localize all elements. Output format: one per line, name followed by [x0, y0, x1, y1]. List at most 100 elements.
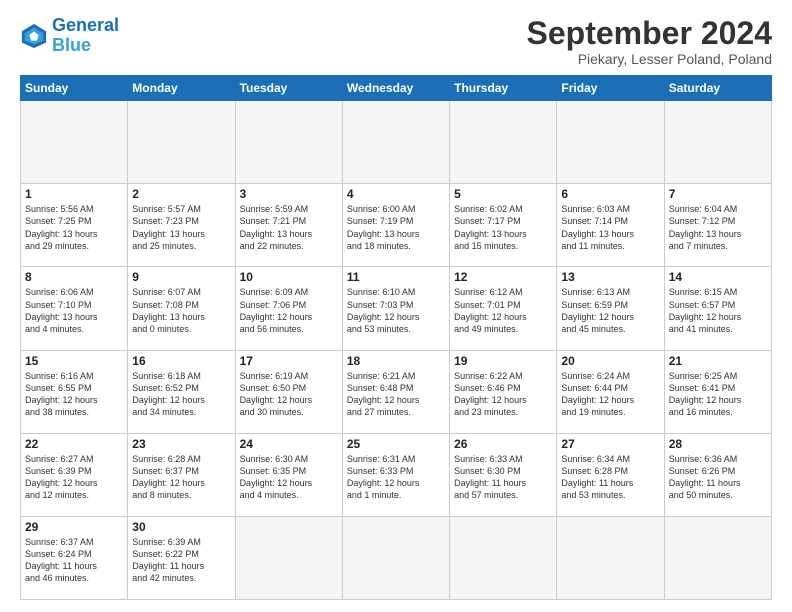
calendar-table: Sunday Monday Tuesday Wednesday Thursday… — [20, 75, 772, 600]
cell-content: Sunrise: 5:59 AM Sunset: 7:21 PM Dayligh… — [240, 203, 338, 252]
cell-content: Sunrise: 6:30 AM Sunset: 6:35 PM Dayligh… — [240, 453, 338, 502]
calendar-cell: 8 Sunrise: 6:06 AM Sunset: 7:10 PM Daylig… — [21, 267, 128, 350]
calendar-cell — [342, 516, 449, 599]
day-number: 19 — [454, 354, 552, 368]
cell-content: Sunrise: 6:02 AM Sunset: 7:17 PM Dayligh… — [454, 203, 552, 252]
cell-content: Sunrise: 6:06 AM Sunset: 7:10 PM Dayligh… — [25, 286, 123, 335]
calendar-cell — [450, 101, 557, 184]
month-title: September 2024 — [527, 16, 772, 51]
col-friday: Friday — [557, 76, 664, 101]
day-number: 6 — [561, 187, 659, 201]
calendar-cell — [557, 101, 664, 184]
day-number: 25 — [347, 437, 445, 451]
calendar-cell: 4Sunrise: 6:00 AM Sunset: 7:19 PM Daylig… — [342, 184, 449, 267]
calendar-cell: 24 Sunrise: 6:30 AM Sunset: 6:35 PM Dayli… — [235, 433, 342, 516]
header-row: Sunday Monday Tuesday Wednesday Thursday… — [21, 76, 772, 101]
day-number: 17 — [240, 354, 338, 368]
day-number: 15 — [25, 354, 123, 368]
calendar-cell: 20Sunrise: 6:24 AM Sunset: 6:44 PM Dayli… — [557, 350, 664, 433]
day-number: 8 — [25, 270, 123, 284]
day-number: 26 — [454, 437, 552, 451]
cell-content: Sunrise: 6:36 AM Sunset: 6:26 PM Dayligh… — [669, 453, 767, 502]
day-number: 1 — [25, 187, 123, 201]
day-number: 28 — [669, 437, 767, 451]
title-block: September 2024 Piekary, Lesser Poland, P… — [527, 16, 772, 67]
cell-content: Sunrise: 6:24 AM Sunset: 6:44 PM Dayligh… — [561, 370, 659, 419]
calendar-cell: 7Sunrise: 6:04 AM Sunset: 7:12 PM Daylig… — [664, 184, 771, 267]
header: General Blue September 2024 Piekary, Les… — [20, 16, 772, 67]
day-number: 16 — [132, 354, 230, 368]
calendar-cell: 19Sunrise: 6:22 AM Sunset: 6:46 PM Dayli… — [450, 350, 557, 433]
logo-text: General Blue — [52, 16, 119, 56]
cell-content: Sunrise: 6:10 AM Sunset: 7:03 PM Dayligh… — [347, 286, 445, 335]
cell-content: Sunrise: 6:27 AM Sunset: 6:39 PM Dayligh… — [25, 453, 123, 502]
calendar-cell: 5Sunrise: 6:02 AM Sunset: 7:17 PM Daylig… — [450, 184, 557, 267]
calendar-cell — [235, 516, 342, 599]
cell-content: Sunrise: 5:56 AM Sunset: 7:25 PM Dayligh… — [25, 203, 123, 252]
calendar-row — [21, 101, 772, 184]
calendar-cell: 25 Sunrise: 6:31 AM Sunset: 6:33 PM Dayli… — [342, 433, 449, 516]
calendar-header: Sunday Monday Tuesday Wednesday Thursday… — [21, 76, 772, 101]
calendar-cell: 13 Sunrise: 6:13 AM Sunset: 6:59 PM Dayli… — [557, 267, 664, 350]
day-number: 29 — [25, 520, 123, 534]
logo-icon — [20, 22, 48, 50]
calendar-row: 29Sunrise: 6:37 AM Sunset: 6:24 PM Dayli… — [21, 516, 772, 599]
col-monday: Monday — [128, 76, 235, 101]
cell-content: Sunrise: 6:03 AM Sunset: 7:14 PM Dayligh… — [561, 203, 659, 252]
col-wednesday: Wednesday — [342, 76, 449, 101]
day-number: 12 — [454, 270, 552, 284]
calendar-cell: 16 Sunrise: 6:18 AM Sunset: 6:52 PM Dayli… — [128, 350, 235, 433]
calendar-row: 15 Sunrise: 6:16 AM Sunset: 6:55 PM Dayli… — [21, 350, 772, 433]
calendar: Sunday Monday Tuesday Wednesday Thursday… — [20, 75, 772, 600]
calendar-cell: 26 Sunrise: 6:33 AM Sunset: 6:30 PM Dayli… — [450, 433, 557, 516]
cell-content: Sunrise: 6:16 AM Sunset: 6:55 PM Dayligh… — [25, 370, 123, 419]
cell-content: Sunrise: 6:33 AM Sunset: 6:30 PM Dayligh… — [454, 453, 552, 502]
calendar-cell: 2Sunrise: 5:57 AM Sunset: 7:23 PM Daylig… — [128, 184, 235, 267]
calendar-cell — [235, 101, 342, 184]
calendar-cell — [128, 101, 235, 184]
calendar-cell: 15 Sunrise: 6:16 AM Sunset: 6:55 PM Dayli… — [21, 350, 128, 433]
calendar-cell: 21Sunrise: 6:25 AM Sunset: 6:41 PM Dayli… — [664, 350, 771, 433]
calendar-cell: 17 Sunrise: 6:19 AM Sunset: 6:50 PM Dayli… — [235, 350, 342, 433]
page: General Blue September 2024 Piekary, Les… — [0, 0, 792, 612]
day-number: 21 — [669, 354, 767, 368]
day-number: 13 — [561, 270, 659, 284]
calendar-cell: 10Sunrise: 6:09 AM Sunset: 7:06 PM Dayli… — [235, 267, 342, 350]
calendar-body: 1 Sunrise: 5:56 AM Sunset: 7:25 PM Daylig… — [21, 101, 772, 600]
calendar-cell: 1 Sunrise: 5:56 AM Sunset: 7:25 PM Daylig… — [21, 184, 128, 267]
cell-content: Sunrise: 6:15 AM Sunset: 6:57 PM Dayligh… — [669, 286, 767, 335]
day-number: 3 — [240, 187, 338, 201]
cell-content: Sunrise: 6:18 AM Sunset: 6:52 PM Dayligh… — [132, 370, 230, 419]
cell-content: Sunrise: 6:07 AM Sunset: 7:08 PM Dayligh… — [132, 286, 230, 335]
day-number: 27 — [561, 437, 659, 451]
day-number: 18 — [347, 354, 445, 368]
cell-content: Sunrise: 6:19 AM Sunset: 6:50 PM Dayligh… — [240, 370, 338, 419]
cell-content: Sunrise: 6:12 AM Sunset: 7:01 PM Dayligh… — [454, 286, 552, 335]
col-thursday: Thursday — [450, 76, 557, 101]
cell-content: Sunrise: 6:28 AM Sunset: 6:37 PM Dayligh… — [132, 453, 230, 502]
day-number: 24 — [240, 437, 338, 451]
day-number: 4 — [347, 187, 445, 201]
day-number: 7 — [669, 187, 767, 201]
calendar-cell: 3 Sunrise: 5:59 AM Sunset: 7:21 PM Daylig… — [235, 184, 342, 267]
calendar-row: 22 Sunrise: 6:27 AM Sunset: 6:39 PM Dayli… — [21, 433, 772, 516]
day-number: 30 — [132, 520, 230, 534]
day-number: 22 — [25, 437, 123, 451]
cell-content: Sunrise: 6:13 AM Sunset: 6:59 PM Dayligh… — [561, 286, 659, 335]
cell-content: Sunrise: 6:31 AM Sunset: 6:33 PM Dayligh… — [347, 453, 445, 502]
calendar-cell: 28 Sunrise: 6:36 AM Sunset: 6:26 PM Dayli… — [664, 433, 771, 516]
calendar-cell: 9 Sunrise: 6:07 AM Sunset: 7:08 PM Daylig… — [128, 267, 235, 350]
calendar-cell: 27Sunrise: 6:34 AM Sunset: 6:28 PM Dayli… — [557, 433, 664, 516]
calendar-cell: 14Sunrise: 6:15 AM Sunset: 6:57 PM Dayli… — [664, 267, 771, 350]
calendar-cell: 12 Sunrise: 6:12 AM Sunset: 7:01 PM Dayli… — [450, 267, 557, 350]
calendar-cell: 18 Sunrise: 6:21 AM Sunset: 6:48 PM Dayli… — [342, 350, 449, 433]
day-number: 2 — [132, 187, 230, 201]
day-number: 9 — [132, 270, 230, 284]
cell-content: Sunrise: 6:21 AM Sunset: 6:48 PM Dayligh… — [347, 370, 445, 419]
col-saturday: Saturday — [664, 76, 771, 101]
calendar-cell: 6 Sunrise: 6:03 AM Sunset: 7:14 PM Daylig… — [557, 184, 664, 267]
calendar-cell — [450, 516, 557, 599]
calendar-cell: 29Sunrise: 6:37 AM Sunset: 6:24 PM Dayli… — [21, 516, 128, 599]
logo: General Blue — [20, 16, 119, 56]
day-number: 10 — [240, 270, 338, 284]
